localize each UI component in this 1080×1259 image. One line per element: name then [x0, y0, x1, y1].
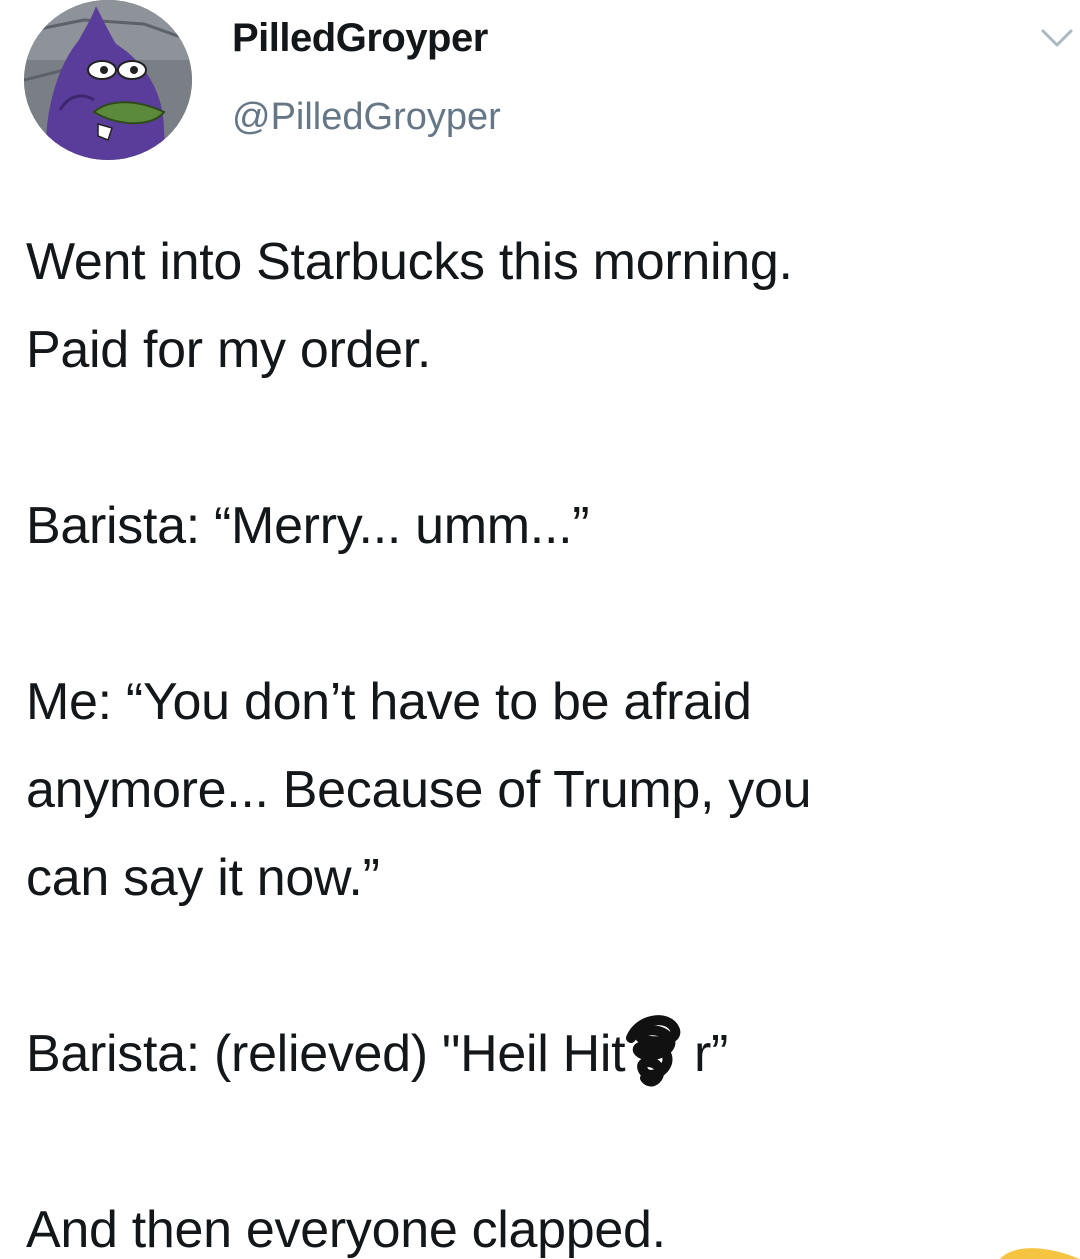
avatar[interactable]	[24, 0, 192, 160]
tweet-line: anymore... Because of Trump, you	[26, 761, 812, 819]
chevron-down-icon[interactable]	[1040, 26, 1074, 52]
tweet-line: Went into Starbucks this morning.	[26, 233, 793, 291]
username-handle[interactable]: @PilledGroyper	[232, 96, 501, 139]
tweet-paragraph: And then everyone clapped.	[26, 1186, 1071, 1259]
tweet-line: r”	[694, 1025, 729, 1083]
watermark-corner	[1000, 1246, 1080, 1259]
tweet-paragraph: Me: “You don’t have to be afraid anymore…	[26, 658, 1071, 922]
scribble-icon	[626, 1015, 681, 1087]
tweet-line: Barista: “Merry... umm...”	[26, 497, 590, 555]
tweet-screenshot: PilledGroyper @PilledGroyper Went into S…	[0, 0, 1080, 1259]
display-name[interactable]: PilledGroyper	[232, 16, 488, 61]
tweet-line: Barista: (relieved) "Heil Hit	[26, 1025, 626, 1083]
tweet-paragraph: Went into Starbucks this morning. Paid f…	[26, 218, 1071, 394]
tweet-line: Me: “You don’t have to be afraid	[26, 673, 752, 731]
tweet-line: can say it now.”	[26, 849, 380, 907]
tweet-paragraph: Barista: “Merry... umm...”	[26, 482, 1071, 570]
tweet-body: Went into Starbucks this morning. Paid f…	[26, 218, 1071, 1259]
tweet-line: Paid for my order.	[26, 321, 431, 379]
purple-character-icon	[24, 0, 192, 160]
tweet-paragraph: Barista: (relieved) "Heil Hit r”	[26, 1010, 1071, 1098]
tweet-line: And then everyone clapped.	[26, 1201, 666, 1259]
scribble-redaction	[625, 1010, 694, 1098]
